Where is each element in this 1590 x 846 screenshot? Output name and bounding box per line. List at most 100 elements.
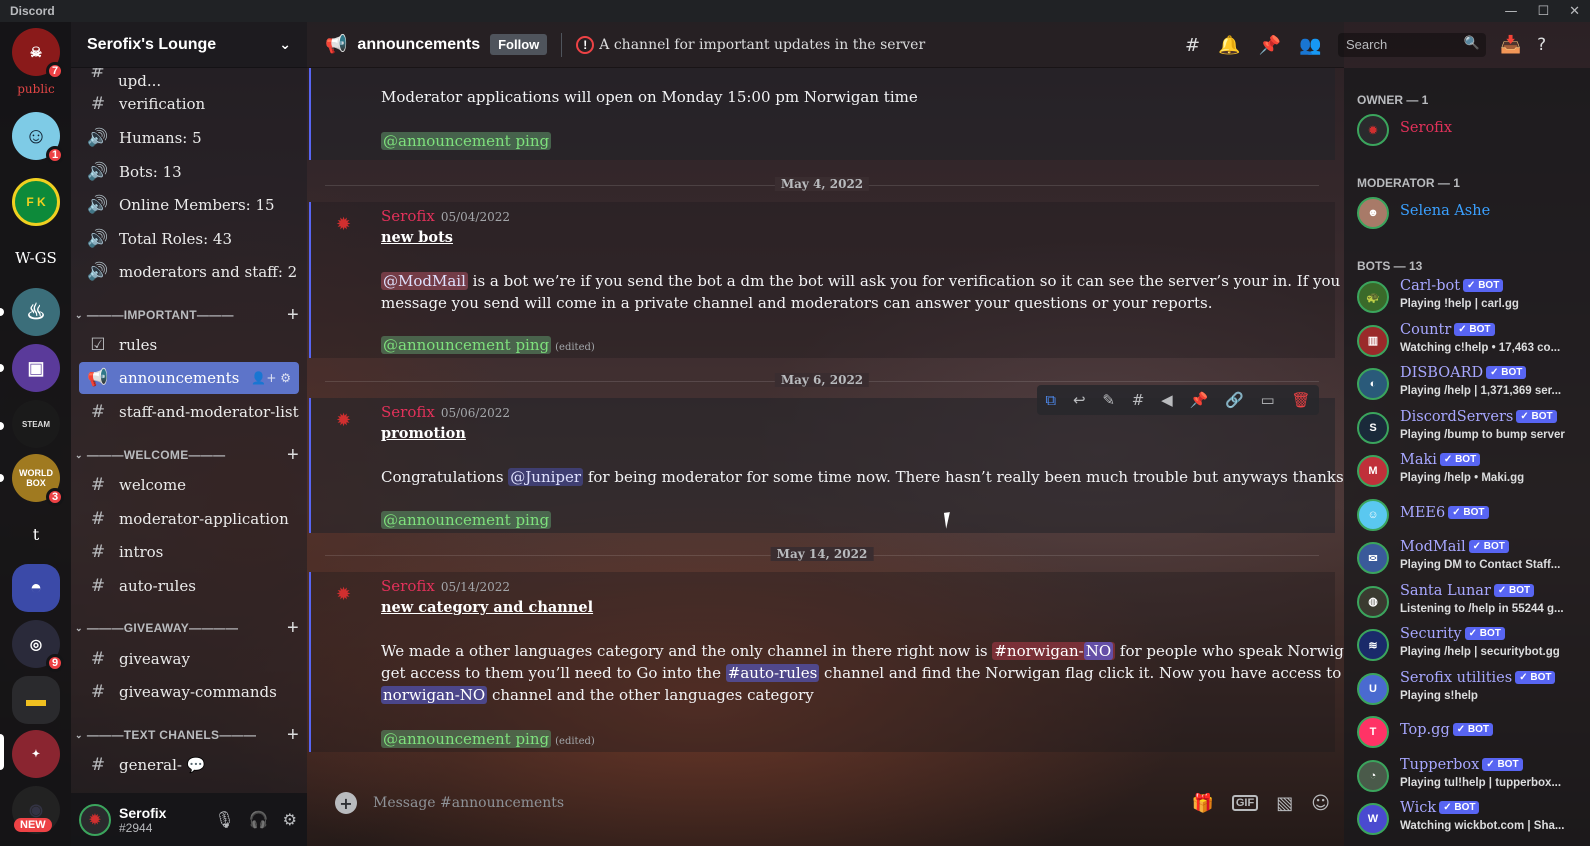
edit-pencil-icon[interactable]: ✎ (1102, 391, 1115, 409)
author-avatar[interactable]: ✹ (336, 214, 356, 235)
minimize-button[interactable]: — (1504, 4, 1517, 19)
channel-verification[interactable]: # verification (79, 88, 299, 120)
channel-announcements[interactable]: 📢 announcements 👤+ ⚙ (79, 362, 299, 394)
member-list-icon[interactable]: 👥 (1299, 35, 1321, 56)
attach-plus-icon[interactable]: + (335, 792, 357, 814)
server-icon-bottle[interactable]: ♨ (12, 288, 60, 336)
category-text-chanels[interactable]: ⌄ ———TEXT CHANELS——— + (75, 724, 299, 747)
member-bot-maki[interactable]: M Maki ✓ BOT Playing /help • Maki.gg (1357, 452, 1587, 493)
channel-moderator-application[interactable]: # moderator-application (79, 503, 299, 535)
help-icon[interactable]: ? (1537, 35, 1546, 55)
channel-rules[interactable]: ☑ rules (79, 329, 299, 361)
thread-icon[interactable]: # (1132, 391, 1145, 409)
user-mention[interactable]: @ModMail (381, 272, 468, 290)
gift-icon[interactable]: 🎁 (1191, 793, 1213, 814)
author-name[interactable]: Serofix (381, 403, 435, 421)
chevron-down-icon[interactable]: ⌄ (279, 37, 291, 53)
server-icon-steam-unlocked[interactable]: STEAM (12, 400, 60, 448)
server-icon-fk[interactable]: F K (12, 178, 60, 226)
message[interactable]: ✹ Serofix 05/14/2022 new category and cha… (309, 572, 1344, 752)
member-bot-santa-lunar[interactable]: ◍ Santa Lunar ✓ BOT Listening to /help in 5… (1357, 583, 1587, 624)
publish-megaphone-icon[interactable]: ◀ (1161, 391, 1173, 409)
search-input[interactable]: Search 🔍 (1338, 33, 1486, 57)
create-channel-icon[interactable]: + (287, 304, 299, 327)
gear-icon[interactable]: ⚙ (283, 810, 297, 829)
member-bot-carl-bot[interactable]: 🐢 Carl-bot ✓ BOT Playing !help | carl.gg (1357, 278, 1587, 319)
link-icon[interactable]: 🔗 (1225, 391, 1244, 409)
close-button[interactable]: ✕ (1569, 4, 1580, 19)
category-giveaway[interactable]: ⌄ ———GIVEAWAY———— + (75, 617, 299, 640)
category-important[interactable]: ⌄ ———IMPORTANT——— + (75, 304, 299, 327)
server-icon-gaming[interactable]: ▣ (12, 344, 60, 392)
user-mention[interactable]: @Juniper (508, 468, 584, 486)
reply-icon[interactable]: ↩ (1073, 391, 1086, 409)
server-icon-world-box[interactable]: WORLD BOX 3 (12, 454, 64, 506)
channel-link-norwigan[interactable]: norwigan-NO (381, 686, 488, 704)
threads-icon[interactable]: # (1185, 35, 1200, 56)
channel-welcome[interactable]: # welcome (79, 469, 299, 501)
channel-link-norwigan[interactable]: #norwigan- NO (992, 642, 1116, 660)
member-bot-modmail[interactable]: ✉ ModMail ✓ BOT Playing DM to Contact Staff… (1357, 539, 1587, 580)
author-name[interactable]: Serofix (381, 577, 435, 595)
channel-staff-and-moderator-list[interactable]: # staff-and-moderator-list (79, 396, 299, 428)
channel-intros[interactable]: # intros (79, 536, 299, 568)
channel-link-auto-rules[interactable]: #auto-rules (725, 664, 820, 682)
server-icon-t[interactable]: t (12, 510, 60, 558)
bell-icon[interactable]: 🔔 (1218, 35, 1240, 56)
server-icon-red[interactable]: ✦ (12, 730, 60, 778)
sticker-icon[interactable]: ▧ (1276, 793, 1293, 814)
category-welcome[interactable]: ⌄ ———WELCOME——— + (75, 444, 299, 467)
server-folder[interactable]: ◎ 9 (12, 620, 64, 672)
pin-icon[interactable]: 📌 (1189, 391, 1208, 409)
channel-auto-rules[interactable]: # auto-rules (79, 570, 299, 602)
microphone-icon[interactable]: 🎙 (214, 810, 234, 829)
channel-topic[interactable]: ! A channel for important updates in the … (576, 35, 925, 54)
member-bot-serofix-utilities[interactable]: U Serofix utilities ✓ BOT Playing s!help (1357, 670, 1587, 711)
channel-giveaway-commands[interactable]: # giveaway-commands (79, 676, 299, 708)
author-name[interactable]: Serofix (381, 207, 435, 225)
channel-voice-total-roles[interactable]: 🔊 Total Roles: 43 (79, 223, 299, 255)
create-channel-icon[interactable]: + (287, 724, 299, 747)
message[interactable]: Moderator applications will open on Mond… (309, 68, 1335, 160)
role-mention[interactable]: @announcement ping (381, 132, 552, 150)
gear-icon[interactable]: ⚙ (280, 371, 291, 385)
user-avatar[interactable]: ✹ (79, 803, 111, 836)
member-bot-wick[interactable]: W Wick ✓ BOT Watching wickbot.com | Sha... (1357, 800, 1587, 841)
channel-giveaway[interactable]: # giveaway (79, 643, 299, 675)
folder-icon[interactable]: ▬ (12, 676, 60, 724)
member-bot-security[interactable]: ≋ Security ✓ BOT Playing /help | securitybo… (1357, 626, 1587, 667)
member-bot-discordservers[interactable]: S DiscordServers ✓ BOT Playing /bump to bum… (1357, 409, 1587, 450)
member-serofix[interactable]: ✹ Serofix (1357, 112, 1587, 152)
message-composer[interactable]: + Message #announcements 🎁 GIF ▧ ☺ (325, 783, 1330, 823)
channel-voice-online-members[interactable]: 🔊 Online Members: 15 (79, 189, 299, 221)
member-bot-mee6[interactable]: ☺ MEE6 ✓ BOT (1357, 497, 1587, 537)
server-icon-emoji[interactable]: ☺ 1 (12, 112, 64, 164)
message-hovered[interactable]: ✹ Serofix 05/06/2022 promotion Congratula… (309, 398, 1344, 533)
member-bot-countr[interactable]: ▥ Countr ✓ BOT Watching c!help • 17,463 co.… (1357, 322, 1587, 363)
pin-icon[interactable]: 📌 (1259, 35, 1281, 56)
headphones-icon[interactable]: 🎧 (249, 810, 269, 829)
server-icon-serofixs-lounge[interactable]: ☠ 7 (12, 28, 64, 80)
author-avatar[interactable]: ✹ (336, 410, 356, 431)
member-bot-tupperbox[interactable]: ◔ Tupperbox ✓ BOT Playing tul!help | tupper… (1357, 757, 1587, 798)
member-selena-ashe[interactable]: ☻ Selena Ashe (1357, 195, 1587, 235)
create-channel-icon[interactable]: + (287, 444, 299, 467)
author-avatar[interactable]: ✹ (336, 584, 356, 605)
channel-discord-moderator-updates[interactable]: # discord-moderator-upd... (79, 68, 299, 90)
channel-voice-bots[interactable]: 🔊 Bots: 13 (79, 156, 299, 188)
role-mention[interactable]: @announcement ping (381, 336, 552, 354)
trash-icon[interactable]: 🗑 (1291, 391, 1310, 409)
role-mention[interactable]: @announcement ping (381, 730, 552, 748)
channel-voice-humans[interactable]: 🔊 Humans: 5 (79, 122, 299, 154)
inbox-icon[interactable]: 📥 (1500, 35, 1521, 55)
id-icon[interactable]: ▭ (1260, 391, 1274, 409)
member-bot-disboard[interactable]: ◐ DISBOARD ✓ BOT Playing /help | 1,371,369 … (1357, 365, 1587, 406)
create-channel-icon[interactable]: + (287, 617, 299, 640)
maximize-button[interactable]: ☐ (1537, 4, 1549, 19)
member-bot-top-gg[interactable]: T Top.gg ✓ BOT (1357, 714, 1587, 754)
server-header[interactable]: Serofix's Lounge ⌄ (71, 22, 307, 68)
copy-icon[interactable]: ⧉ (1045, 391, 1056, 409)
emoji-icon[interactable]: ☺ (1311, 793, 1330, 814)
channel-voice-moderators-staff[interactable]: 🔊 moderators and staff: 2 (79, 256, 299, 288)
server-icon-bot-server[interactable]: ◓ (12, 564, 60, 612)
